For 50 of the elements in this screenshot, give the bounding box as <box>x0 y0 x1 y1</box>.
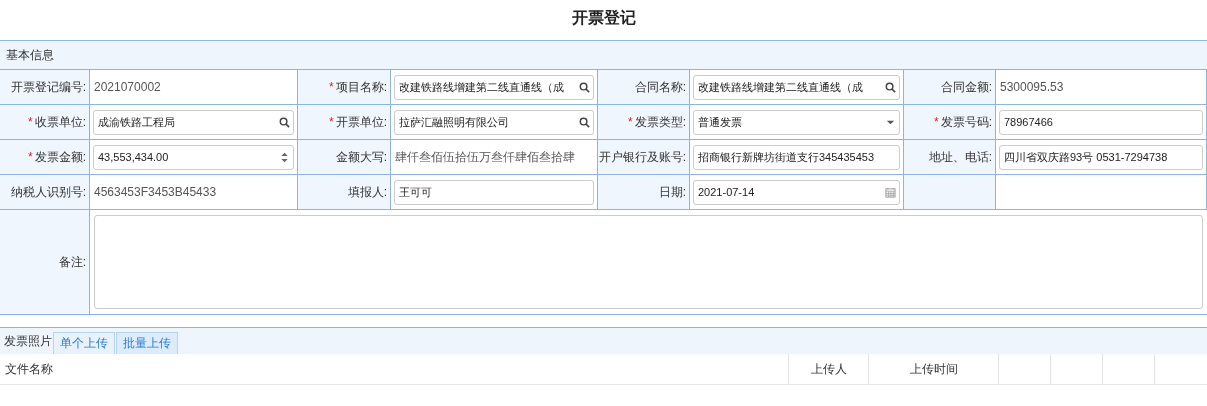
field-value: 2021070002 <box>93 80 161 94</box>
field-label: 项目名称: <box>335 80 387 94</box>
upload-tab[interactable]: 单个上传 <box>53 332 115 354</box>
required-mark: * <box>329 115 334 129</box>
required-mark: * <box>28 150 33 164</box>
page-title: 开票登记 <box>570 8 637 28</box>
field-label: 发票号码: <box>940 115 992 129</box>
spinner-icon[interactable] <box>279 151 290 163</box>
input-field[interactable]: 改建铁路线增建第二线直通线（成 <box>394 74 594 100</box>
date-field[interactable]: 2021-07-14 <box>693 179 900 205</box>
search-icon[interactable] <box>885 81 896 93</box>
field-label: 备注: <box>58 255 86 269</box>
input-field[interactable]: 四川省双庆路93号 0531-7294738 <box>999 144 1203 170</box>
field-label: 开户银行及账号: <box>598 150 686 164</box>
field-label: 开票登记编号: <box>10 80 86 94</box>
field-label: 开票单位: <box>335 115 387 129</box>
required-mark: * <box>329 80 334 94</box>
field-value: 4563453F3453B45433 <box>93 185 217 199</box>
search-icon[interactable] <box>579 116 590 128</box>
field-label: 填报人: <box>347 185 387 199</box>
required-mark: * <box>628 115 633 129</box>
input-field[interactable]: 改建铁路线增建第二线直通线（成 <box>693 74 900 100</box>
required-mark: * <box>28 115 33 129</box>
field-label: 收票单位: <box>34 115 86 129</box>
input-field[interactable]: 成渝铁路工程局 <box>93 109 294 135</box>
field-value: 5300095.53 <box>999 80 1064 94</box>
field-label: 日期: <box>658 185 686 199</box>
input-field[interactable]: 43,553,434.00 <box>93 144 294 170</box>
input-field[interactable]: 78967466 <box>999 109 1203 135</box>
field-value: 肆仟叁佰伍拾伍万叁仟肆佰叁拾肆 <box>394 148 575 166</box>
input-field[interactable]: 王可可 <box>394 179 594 205</box>
column-header: 上传时间 <box>869 354 1000 384</box>
field-label: 纳税人识别号: <box>10 185 86 199</box>
section-header: 基本信息 <box>0 40 1207 70</box>
select-field[interactable]: 普通发票 <box>693 109 900 135</box>
search-icon[interactable] <box>279 116 290 128</box>
column-header: 文件名称 <box>0 354 790 384</box>
input-field[interactable]: 招商银行新牌坊街道支行345435453 <box>693 144 900 170</box>
field-label: 合同名称: <box>634 80 686 94</box>
field-label: 金额大写: <box>335 150 387 164</box>
field-label: 地址、电话: <box>928 150 992 164</box>
section-label: 发票照片 <box>4 332 52 350</box>
search-icon[interactable] <box>579 81 590 93</box>
field-label: 发票类型: <box>634 115 686 129</box>
field-label: 合同金额: <box>940 80 992 94</box>
column-header: 上传人 <box>789 354 870 384</box>
input-field[interactable]: 拉萨汇融照明有限公司 <box>394 109 594 135</box>
required-mark: * <box>934 115 939 129</box>
upload-tab[interactable]: 批量上传 <box>116 332 178 354</box>
field-label: 发票金额: <box>34 150 86 164</box>
